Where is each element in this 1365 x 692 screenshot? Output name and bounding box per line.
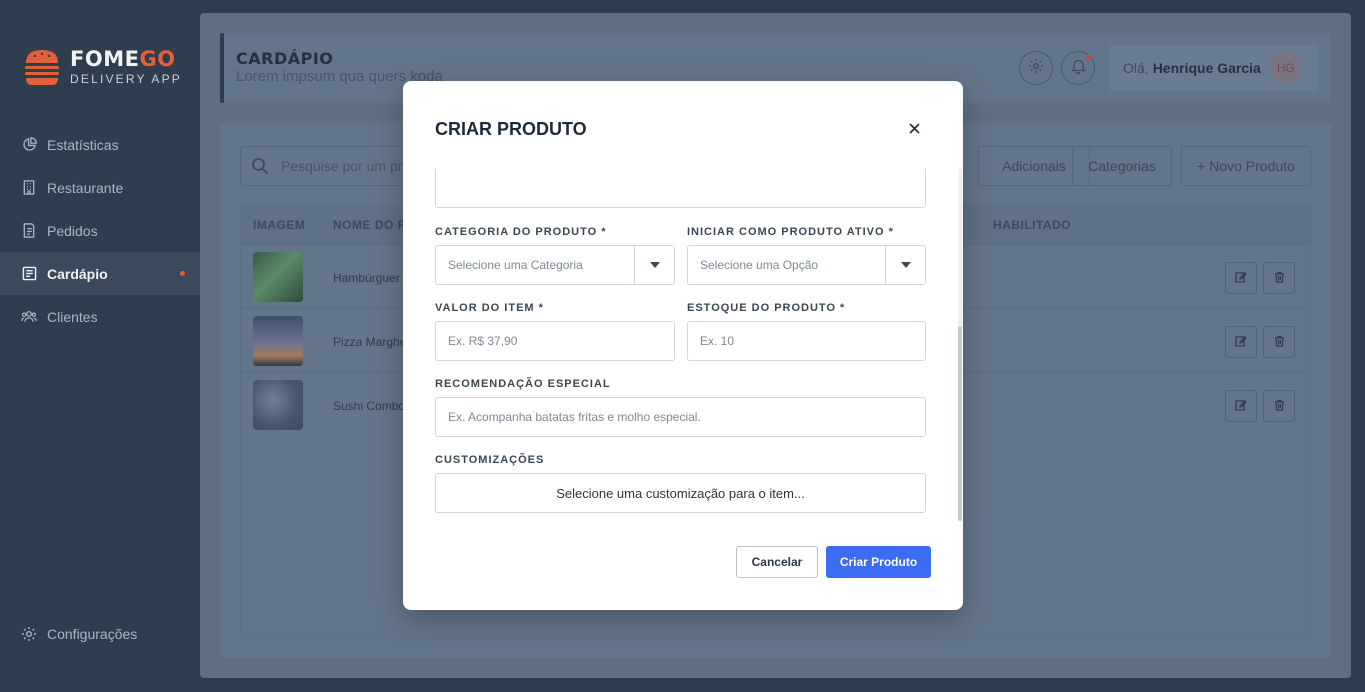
product-name: Pizza Marghe: [333, 335, 407, 349]
search-placeholder: Pesquise por um pro: [281, 158, 411, 174]
sidebar-item-label: Pedidos: [47, 222, 98, 239]
close-button[interactable]: [906, 120, 922, 136]
edit-icon: [1235, 271, 1247, 286]
sidebar-item-configuracoes[interactable]: Configurações: [21, 626, 137, 642]
create-product-button[interactable]: Criar Produto: [826, 546, 931, 578]
column-header-enabled: HABILITADO: [993, 218, 1072, 232]
close-icon: [908, 118, 920, 139]
recommendation-placeholder: Ex. Acompanha batatas fritas e molho esp…: [448, 410, 701, 424]
page-title: CARDÁPIO: [236, 49, 334, 68]
edit-button[interactable]: [1225, 326, 1257, 358]
category-select-value: Selecione uma Categoria: [448, 258, 583, 272]
active-indicator-dot: [180, 271, 185, 276]
bell-icon: [1070, 58, 1086, 79]
new-product-button[interactable]: + Novo Produto: [1181, 146, 1311, 186]
active-select[interactable]: Selecione uma Opção: [687, 245, 926, 285]
sidebar-nav: Estatísticas Restaurante Pedidos Cardápi…: [0, 123, 200, 338]
settings-button[interactable]: [1019, 51, 1053, 85]
user-name: Henrique Garcia: [1152, 60, 1261, 76]
notification-badge: [1085, 55, 1091, 61]
active-label: INICIAR COMO PRODUTO ATIVO *: [687, 226, 894, 238]
price-label: VALOR DO ITEM *: [435, 302, 544, 314]
column-header-image: IMAGEM: [253, 218, 306, 232]
stock-label: ESTOQUE DO PRODUTO *: [687, 302, 846, 314]
burger-icon: [22, 47, 62, 87]
edit-button[interactable]: [1225, 262, 1257, 294]
product-name: Hambúrguer: [333, 271, 400, 285]
recommendation-input[interactable]: Ex. Acompanha batatas fritas e molho esp…: [435, 397, 926, 437]
sidebar-item-label: Clientes: [47, 308, 98, 325]
user-menu[interactable]: Olá, Henrique Garcia HG: [1109, 45, 1319, 91]
receipt-icon: [21, 223, 37, 239]
edit-icon: [1235, 399, 1247, 414]
brand-name-part1: FOME: [70, 47, 140, 71]
sidebar-item-estatisticas[interactable]: Estatísticas: [0, 123, 200, 166]
chevron-down-icon: [634, 246, 674, 284]
delete-button[interactable]: [1263, 326, 1295, 358]
product-image: [253, 316, 303, 366]
sidebar-item-label: Estatísticas: [47, 136, 119, 153]
brand-subtitle: DELIVERY APP: [70, 72, 183, 86]
brand-logo: FOMEGO DELIVERY APP: [22, 47, 182, 87]
category-select[interactable]: Selecione uma Categoria: [435, 245, 675, 285]
avatar: HG: [1270, 53, 1301, 83]
recommendation-label: RECOMENDAÇÃO ESPECIAL: [435, 378, 611, 390]
trash-icon: [1274, 335, 1285, 350]
active-select-value: Selecione uma Opção: [700, 258, 819, 272]
delete-button[interactable]: [1263, 390, 1295, 422]
search-icon: [251, 157, 269, 175]
product-image: [253, 380, 303, 430]
delete-button[interactable]: [1263, 262, 1295, 294]
column-header-name: NOME DO P: [333, 218, 407, 232]
edit-button[interactable]: [1225, 390, 1257, 422]
select-customization-button[interactable]: Selecione uma customização para o item..…: [435, 473, 926, 513]
price-placeholder: Ex. R$ 37,90: [448, 334, 518, 348]
brand-name-part2: GO: [139, 47, 176, 71]
product-name: Sushi Combo: [333, 399, 406, 413]
modal-scrollbar[interactable]: [958, 326, 962, 521]
trash-icon: [1274, 399, 1285, 414]
sidebar-item-cardapio[interactable]: Cardápio: [0, 252, 200, 295]
building-icon: [21, 180, 37, 196]
sidebar-item-clientes[interactable]: Clientes: [0, 295, 200, 338]
sidebar: FOMEGO DELIVERY APP Estatísticas Restaur…: [0, 0, 200, 692]
greeting-text: Olá,: [1123, 60, 1149, 76]
create-product-modal: CRIAR PRODUTO CATEGORIA DO PRODUTO * Sel…: [403, 81, 963, 610]
categorias-button[interactable]: Categorias: [1072, 146, 1172, 186]
gear-icon: [1028, 58, 1044, 79]
stock-input[interactable]: Ex. 10: [687, 321, 926, 361]
users-icon: [21, 309, 37, 325]
sidebar-item-label: Restaurante: [47, 179, 124, 196]
cancel-button[interactable]: Cancelar: [736, 546, 818, 578]
sidebar-item-label: Cardápio: [47, 265, 108, 282]
sidebar-item-pedidos[interactable]: Pedidos: [0, 209, 200, 252]
price-input[interactable]: Ex. R$ 37,90: [435, 321, 675, 361]
chevron-down-icon: [885, 246, 925, 284]
product-image: [253, 252, 303, 302]
modal-title: CRIAR PRODUTO: [435, 119, 587, 139]
description-textarea[interactable]: [435, 169, 926, 208]
customizations-label: CUSTOMIZAÇÕES: [435, 454, 545, 466]
notifications-button[interactable]: [1061, 51, 1095, 85]
pie-chart-icon: [21, 137, 37, 153]
stock-placeholder: Ex. 10: [700, 334, 735, 348]
settings-label: Configurações: [47, 626, 138, 642]
edit-icon: [1235, 335, 1247, 350]
gear-icon: [21, 626, 37, 642]
sidebar-item-restaurante[interactable]: Restaurante: [0, 166, 200, 209]
trash-icon: [1274, 271, 1285, 286]
category-label: CATEGORIA DO PRODUTO *: [435, 226, 607, 238]
menu-book-icon: [21, 266, 37, 282]
